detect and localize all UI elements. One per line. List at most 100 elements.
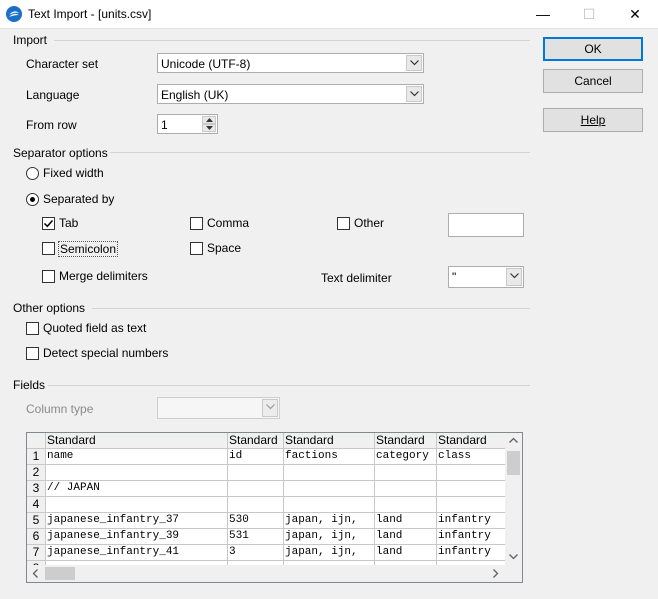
quoted-field-checkbox[interactable] bbox=[26, 322, 39, 335]
grid-cell[interactable]: id bbox=[228, 449, 284, 465]
column-type-label: Column type bbox=[26, 402, 94, 416]
spin-down-icon[interactable] bbox=[202, 124, 216, 132]
column-header[interactable]: Standard bbox=[284, 433, 375, 449]
other-checkbox[interactable] bbox=[337, 217, 350, 230]
other-options-section-title: Other options bbox=[13, 301, 86, 315]
grid-cell[interactable]: japan, ijn, bbox=[284, 545, 375, 561]
preview-grid[interactable]: Standard Standard Standard Standard Standard… bbox=[26, 432, 523, 583]
separated-by-radio[interactable] bbox=[26, 193, 39, 206]
tab-label: Tab bbox=[59, 216, 79, 230]
grid-cell[interactable] bbox=[284, 465, 375, 481]
charset-value: Unicode (UTF-8) bbox=[161, 57, 251, 71]
merge-delimiters-label: Merge delimiters bbox=[59, 269, 148, 283]
grid-cell[interactable]: land bbox=[375, 545, 437, 561]
divider bbox=[54, 40, 530, 41]
column-header[interactable]: Standard bbox=[228, 433, 284, 449]
fixed-width-label: Fixed width bbox=[43, 166, 104, 180]
grid-cell[interactable] bbox=[228, 481, 284, 497]
grid-cell[interactable]: infantry bbox=[437, 529, 507, 545]
help-button[interactable]: Help bbox=[543, 108, 643, 132]
row-number[interactable]: 4 bbox=[27, 497, 46, 513]
merge-delimiters-checkbox[interactable] bbox=[42, 270, 55, 283]
row-number[interactable]: 3 bbox=[27, 481, 46, 497]
row-number[interactable]: 5 bbox=[27, 513, 46, 529]
grid-cell[interactable] bbox=[375, 465, 437, 481]
space-label: Space bbox=[207, 241, 242, 255]
minimize-button[interactable]: — bbox=[520, 0, 566, 28]
grid-cell[interactable]: japan, ijn, bbox=[284, 513, 375, 529]
grid-cell[interactable]: land bbox=[375, 529, 437, 545]
grid-cell[interactable] bbox=[375, 481, 437, 497]
grid-cell[interactable]: infantry bbox=[437, 513, 507, 529]
fixed-width-radio[interactable] bbox=[26, 167, 39, 180]
chevron-down-icon[interactable] bbox=[406, 86, 422, 102]
grid-cell[interactable]: 531 bbox=[228, 529, 284, 545]
from-row-stepper[interactable]: 1 bbox=[157, 114, 218, 134]
cancel-button[interactable]: Cancel bbox=[543, 69, 643, 93]
grid-cell[interactable] bbox=[46, 465, 228, 481]
from-row-value: 1 bbox=[161, 118, 168, 132]
language-select[interactable]: English (UK) bbox=[157, 84, 424, 104]
charset-select[interactable]: Unicode (UTF-8) bbox=[157, 53, 424, 73]
other-label: Other bbox=[354, 216, 385, 230]
grid-cell[interactable] bbox=[46, 497, 228, 513]
fields-section-title: Fields bbox=[13, 378, 46, 392]
text-delimiter-select[interactable]: " bbox=[448, 266, 524, 288]
column-header[interactable]: Standard bbox=[46, 433, 228, 449]
column-header[interactable]: Standard bbox=[437, 433, 507, 449]
maximize-button[interactable]: ☐ bbox=[566, 0, 612, 28]
detect-numbers-label: Detect special numbers bbox=[43, 346, 169, 360]
row-number[interactable]: 1 bbox=[27, 449, 46, 465]
grid-cell[interactable]: land bbox=[375, 513, 437, 529]
quoted-field-label: Quoted field as text bbox=[43, 321, 147, 335]
grid-cell[interactable] bbox=[228, 497, 284, 513]
semicolon-checkbox[interactable] bbox=[42, 242, 55, 255]
scroll-left-icon bbox=[32, 569, 38, 578]
grid-cell[interactable]: japanese_infantry_41 bbox=[46, 545, 228, 561]
vertical-scrollbar[interactable] bbox=[505, 433, 522, 565]
grid-corner[interactable] bbox=[27, 433, 46, 449]
grid-cell[interactable] bbox=[284, 481, 375, 497]
grid-cell[interactable] bbox=[437, 481, 507, 497]
grid-cell[interactable]: class bbox=[437, 449, 507, 465]
scroll-right-icon bbox=[493, 569, 499, 578]
row-number[interactable]: 6 bbox=[27, 529, 46, 545]
chevron-down-icon[interactable] bbox=[406, 55, 422, 71]
comma-checkbox[interactable] bbox=[190, 217, 203, 230]
grid-cell[interactable]: category bbox=[375, 449, 437, 465]
column-header[interactable]: Standard bbox=[375, 433, 437, 449]
space-checkbox[interactable] bbox=[190, 242, 203, 255]
chevron-down-icon[interactable] bbox=[506, 268, 522, 286]
grid-cell[interactable]: factions bbox=[284, 449, 375, 465]
tab-checkbox[interactable] bbox=[42, 217, 55, 230]
grid-cell[interactable] bbox=[284, 497, 375, 513]
chevron-down-icon[interactable] bbox=[262, 399, 278, 417]
grid-cell[interactable]: // JAPAN bbox=[46, 481, 228, 497]
vertical-scroll-thumb[interactable] bbox=[507, 451, 520, 475]
import-section-title: Import bbox=[13, 33, 48, 47]
scroll-down-icon bbox=[509, 554, 518, 560]
horizontal-scroll-thumb[interactable] bbox=[45, 567, 75, 580]
grid-cell[interactable]: japanese_infantry_39 bbox=[46, 529, 228, 545]
grid-cell[interactable]: 530 bbox=[228, 513, 284, 529]
close-button[interactable]: ✕ bbox=[612, 0, 658, 28]
ok-button[interactable]: OK bbox=[543, 37, 643, 61]
column-type-select[interactable] bbox=[157, 397, 280, 419]
spin-up-icon[interactable] bbox=[202, 116, 216, 124]
grid-cell[interactable] bbox=[228, 465, 284, 481]
grid-cell[interactable]: japan, ijn, bbox=[284, 529, 375, 545]
row-number[interactable]: 2 bbox=[27, 465, 46, 481]
grid-cell[interactable] bbox=[375, 497, 437, 513]
grid-cell[interactable]: japanese_infantry_37 bbox=[46, 513, 228, 529]
window-title: Text Import - [units.csv] bbox=[28, 7, 152, 21]
row-number[interactable]: 7 bbox=[27, 545, 46, 561]
detect-numbers-checkbox[interactable] bbox=[26, 347, 39, 360]
grid-cell[interactable] bbox=[437, 497, 507, 513]
grid-cell[interactable]: infantry bbox=[437, 545, 507, 561]
other-separator-input[interactable] bbox=[448, 213, 524, 237]
grid-cell[interactable]: 3 bbox=[228, 545, 284, 561]
grid-cell[interactable]: name bbox=[46, 449, 228, 465]
grid-cell[interactable] bbox=[437, 465, 507, 481]
separator-section-title: Separator options bbox=[13, 146, 108, 160]
horizontal-scrollbar[interactable] bbox=[27, 565, 505, 582]
